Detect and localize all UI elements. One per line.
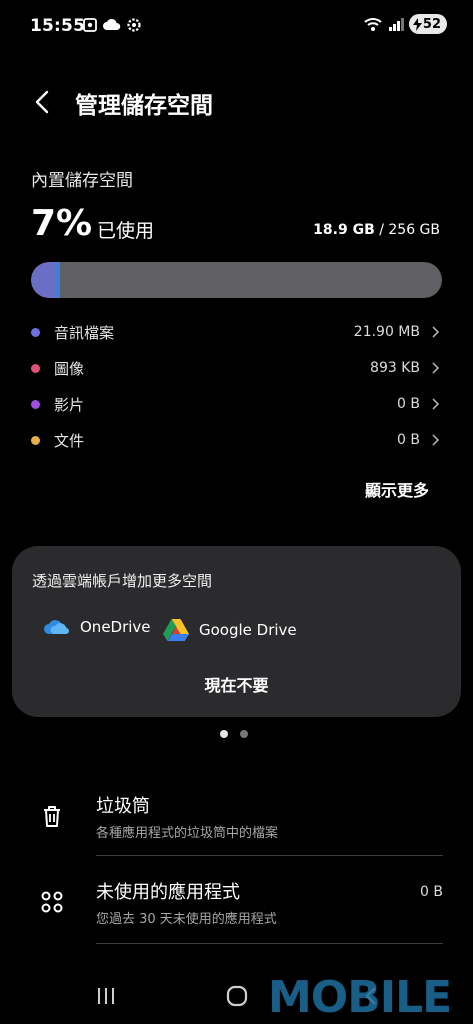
watermark-logo: MOBILE bbox=[268, 972, 452, 1023]
home-icon[interactable] bbox=[225, 984, 249, 1008]
chevron-right-icon bbox=[432, 326, 440, 338]
category-name: 文件 bbox=[54, 431, 85, 450]
unused-apps-title: 未使用的應用程式 bbox=[96, 882, 240, 903]
storage-section-label: 內置儲存空間 bbox=[31, 171, 133, 191]
category-list: 音訊檔案 21.90 MB 圖像 893 KB 影片 0 B 文件 0 B bbox=[31, 314, 442, 458]
category-size: 21.90 MB bbox=[353, 324, 420, 340]
onedrive-button[interactable]: OneDrive bbox=[42, 618, 151, 636]
gear-icon bbox=[127, 18, 141, 32]
category-size: 893 KB bbox=[370, 360, 420, 376]
back-arrow-icon[interactable] bbox=[28, 84, 58, 120]
battery-level: 52 bbox=[422, 16, 441, 32]
signal-icon bbox=[388, 18, 404, 31]
chevron-right-icon bbox=[432, 398, 440, 410]
google-drive-label: Google Drive bbox=[199, 620, 297, 639]
battery-indicator: 52 bbox=[408, 14, 447, 34]
divider bbox=[96, 855, 443, 856]
google-drive-button[interactable]: Google Drive bbox=[163, 618, 297, 641]
storage-usage-edge bbox=[56, 262, 60, 298]
unused-apps-size: 0 B bbox=[420, 884, 443, 900]
storage-total: 18.9 GB / 256 GB bbox=[313, 222, 440, 238]
trash-subtitle: 各種應用程式的垃圾筒中的檔案 bbox=[96, 826, 279, 841]
category-name: 影片 bbox=[54, 395, 85, 414]
category-name: 圖像 bbox=[54, 359, 85, 378]
total-amount: 256 GB bbox=[388, 222, 440, 238]
cloud-sync-icon bbox=[103, 18, 121, 30]
not-now-button[interactable]: 現在不要 bbox=[12, 672, 461, 696]
status-notification-icons bbox=[82, 17, 142, 33]
recent-apps-icon[interactable] bbox=[94, 984, 118, 1008]
category-row-documents[interactable]: 文件 0 B bbox=[31, 422, 442, 458]
category-dot bbox=[31, 363, 40, 373]
status-time: 15:55 bbox=[30, 16, 86, 36]
cloud-suggestion-card: 透過雲端帳戶增加更多空間 OneDrive Google Drive 現在不要 bbox=[12, 546, 461, 717]
storage-usage-bar bbox=[31, 262, 442, 298]
charging-icon bbox=[412, 17, 422, 31]
divider bbox=[96, 943, 443, 944]
app-bar: 管理儲存空間 bbox=[0, 80, 473, 124]
category-dot bbox=[31, 399, 40, 409]
onedrive-icon bbox=[44, 620, 69, 634]
google-drive-icon bbox=[163, 619, 189, 641]
chevron-right-icon bbox=[432, 362, 440, 374]
category-row-videos[interactable]: 影片 0 B bbox=[31, 386, 442, 422]
used-label: 已使用 bbox=[97, 220, 155, 242]
used-amount: 18.9 GB bbox=[313, 222, 375, 238]
unused-apps-item[interactable]: 未使用的應用程式 您過去 30 天未使用的應用程式 0 B bbox=[0, 872, 473, 952]
chevron-right-icon bbox=[432, 434, 440, 446]
card-title: 透過雲端帳戶增加更多空間 bbox=[32, 572, 213, 590]
unused-apps-subtitle: 您過去 30 天未使用的應用程式 bbox=[96, 912, 277, 927]
trash-icon bbox=[44, 806, 60, 827]
category-size: 0 B bbox=[397, 432, 420, 448]
trash-item[interactable]: 垃圾筒 各種應用程式的垃圾筒中的檔案 bbox=[0, 786, 473, 866]
page-title: 管理儲存空間 bbox=[75, 93, 213, 119]
page-dot bbox=[240, 730, 248, 738]
status-bar: 15:55 52 bbox=[0, 0, 473, 52]
category-size: 0 B bbox=[397, 396, 420, 412]
show-more-button[interactable]: 顯示更多 bbox=[365, 477, 429, 501]
category-name: 音訊檔案 bbox=[54, 323, 115, 342]
category-dot bbox=[31, 327, 40, 337]
category-row-images[interactable]: 圖像 893 KB bbox=[31, 350, 442, 386]
category-row-audio[interactable]: 音訊檔案 21.90 MB bbox=[31, 314, 442, 350]
apps-grid-icon bbox=[41, 891, 63, 913]
category-dot bbox=[31, 435, 40, 445]
used-percent: 7% bbox=[31, 203, 93, 244]
wifi-icon bbox=[364, 18, 382, 31]
onedrive-label: OneDrive bbox=[80, 618, 151, 636]
trash-title: 垃圾筒 bbox=[96, 796, 150, 817]
page-dot-active bbox=[220, 730, 228, 738]
status-system-icons: 52 bbox=[363, 14, 447, 34]
screenshot-icon bbox=[83, 18, 97, 32]
amount-separator: / bbox=[374, 222, 389, 238]
page-indicator bbox=[220, 730, 248, 738]
